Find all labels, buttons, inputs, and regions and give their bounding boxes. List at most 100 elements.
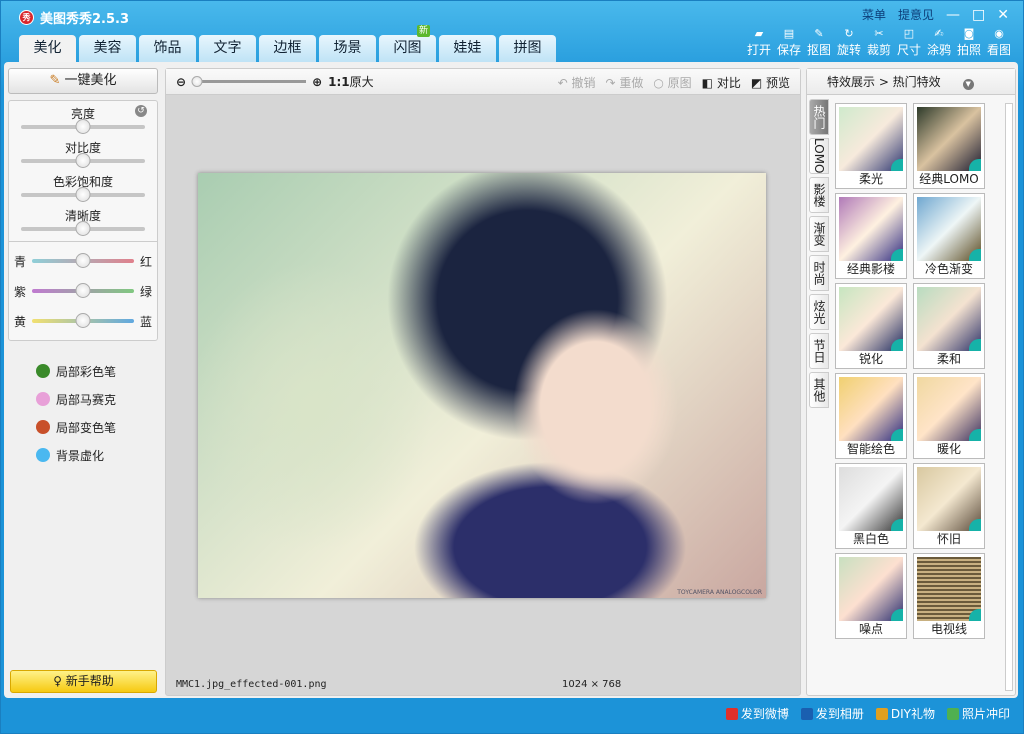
color-slider-2[interactable] [32, 313, 134, 328]
wrench-icon[interactable] [969, 159, 981, 171]
effect-thumbnail[interactable]: 电视线 [913, 553, 985, 639]
tab-label: 美化 [33, 40, 62, 56]
toolbar-button-1[interactable]: ▤ 保存 [777, 27, 801, 58]
effect-category-tab[interactable]: 炫光 [809, 294, 829, 330]
effect-thumbnail[interactable]: 柔光 [835, 103, 907, 189]
effect-thumbnail[interactable]: 黑白色 [835, 463, 907, 549]
effect-thumbnail[interactable]: 锐化 [835, 283, 907, 369]
actual-size-button[interactable]: 1:1原大 [328, 73, 374, 90]
preview-button[interactable]: ◩ 预览 [751, 74, 790, 91]
tab-6[interactable]: 闪图 新 [379, 25, 436, 62]
close-button[interactable]: ✕ [997, 7, 1009, 23]
effect-thumbnail[interactable]: 柔和 [913, 283, 985, 369]
slider-knob[interactable] [75, 153, 91, 168]
beginner-help-button[interactable]: ♀ 新手帮助 [10, 670, 157, 693]
tab-7[interactable]: 娃娃 [439, 35, 496, 62]
tab-2[interactable]: 饰品 [139, 35, 196, 62]
compare-button[interactable]: ◧ 对比 [702, 74, 741, 91]
effect-category-tab[interactable]: 时尚 [809, 255, 829, 291]
wrench-icon[interactable] [969, 609, 981, 621]
effect-label: 噪点 [858, 622, 883, 636]
color-slider-1[interactable] [32, 283, 134, 298]
toolbar-button-7[interactable]: ◙ 拍照 [957, 27, 981, 58]
undo-button[interactable]: ↶ 撤销 [558, 74, 596, 91]
wrench-icon[interactable] [891, 429, 903, 441]
effect-category-tab[interactable]: 节日 [809, 333, 829, 369]
local-tool-1[interactable]: 局部马赛克 [8, 385, 158, 413]
zoom-out-icon[interactable]: ⊖ [176, 75, 186, 89]
slider-knob[interactable] [75, 221, 91, 236]
slider-0[interactable] [21, 119, 145, 134]
effect-label: 怀旧 [936, 532, 961, 546]
effect-category-tab[interactable]: LOMO [809, 138, 829, 174]
slider-1[interactable] [21, 153, 145, 168]
slider-2[interactable] [21, 187, 145, 202]
color-left-label: 紫 [14, 284, 27, 299]
effect-thumbnail[interactable]: 冷色渐变 [913, 193, 985, 279]
zoom-in-icon[interactable]: ⊕ [312, 75, 322, 89]
effect-category-tab[interactable]: 热门 [809, 99, 829, 135]
effect-thumbnail[interactable]: 经典影楼 [835, 193, 907, 279]
one-click-beautify-button[interactable]: ✎ 一键美化 [8, 68, 158, 94]
tab-4[interactable]: 边框 [259, 35, 316, 62]
tool-icon: ↻ [844, 27, 854, 40]
chevron-down-icon[interactable]: ▼ [962, 79, 974, 90]
toolbar-button-8[interactable]: ◉ 看图 [987, 27, 1011, 58]
effect-category-tab[interactable]: 渐变 [809, 216, 829, 252]
local-tool-3[interactable]: 背景虚化 [8, 441, 158, 469]
toolbar-button-3[interactable]: ↻ 旋转 [837, 27, 861, 58]
effect-thumbnail[interactable]: 暖化 [913, 373, 985, 459]
effect-thumbnail[interactable]: 智能绘色 [835, 373, 907, 459]
toolbar-button-4[interactable]: ✂ 裁剪 [867, 27, 891, 58]
wrench-icon[interactable] [891, 159, 903, 171]
menu-link[interactable]: 菜单 [862, 6, 886, 23]
share-link-2[interactable]: DIY礼物 [875, 705, 935, 722]
share-link-0[interactable]: 发到微博 [725, 705, 789, 722]
toolbar-button-2[interactable]: ✎ 抠图 [807, 27, 831, 58]
wrench-icon[interactable] [969, 249, 981, 261]
tab-8[interactable]: 拼图 [499, 35, 556, 62]
wrench-icon[interactable] [891, 339, 903, 351]
effect-preview [839, 467, 903, 531]
slider-knob[interactable] [75, 283, 91, 298]
reset-icon[interactable]: ↺ [135, 105, 147, 117]
toolbar-button-5[interactable]: ◰ 尺寸 [897, 27, 921, 58]
local-tool-2[interactable]: 局部变色笔 [8, 413, 158, 441]
effects-scrollbar[interactable] [1005, 103, 1013, 691]
toolbar-button-0[interactable]: ▰ 打开 [747, 27, 771, 58]
tab-5[interactable]: 场景 [319, 35, 376, 62]
redo-button[interactable]: ↷ 重做 [605, 74, 643, 91]
wrench-icon[interactable] [969, 519, 981, 531]
maximize-button[interactable]: □ [972, 7, 985, 23]
share-icon [946, 708, 959, 720]
local-tool-0[interactable]: 局部彩色笔 [8, 357, 158, 385]
wrench-icon[interactable] [969, 429, 981, 441]
tab-1[interactable]: 美容 [79, 35, 136, 62]
wrench-icon[interactable] [891, 519, 903, 531]
tab-3[interactable]: 文字 [199, 35, 256, 62]
wrench-icon[interactable] [891, 249, 903, 261]
effect-thumbnail[interactable]: 经典LOMO [913, 103, 985, 189]
color-left-label: 黄 [14, 314, 27, 329]
effect-category-tab[interactable]: 影楼 [809, 177, 829, 213]
effect-thumbnail[interactable]: 噪点 [835, 553, 907, 639]
share-link-3[interactable]: 照片冲印 [946, 705, 1010, 722]
wrench-icon[interactable] [891, 609, 903, 621]
slider-3[interactable] [21, 221, 145, 236]
minimize-button[interactable]: — [946, 7, 960, 23]
share-link-1[interactable]: 发到相册 [800, 705, 864, 722]
dimensions-label: 1024 × 768 [562, 679, 622, 690]
effect-thumbnail[interactable]: 怀旧 [913, 463, 985, 549]
slider-knob[interactable] [75, 253, 91, 268]
zoom-slider[interactable] [191, 76, 307, 87]
slider-knob[interactable] [75, 187, 91, 202]
feedback-link[interactable]: 提意见 [898, 6, 934, 23]
original-button[interactable]: ○ 原图 [653, 74, 691, 91]
wrench-icon[interactable] [969, 339, 981, 351]
effect-category-tab[interactable]: 其他 [809, 372, 829, 408]
tab-0[interactable]: 美化 [19, 35, 76, 63]
toolbar-button-6[interactable]: ✍ 涂鸦 [927, 27, 951, 58]
slider-knob[interactable] [75, 119, 91, 134]
slider-knob[interactable] [75, 313, 91, 328]
color-slider-0[interactable] [32, 253, 134, 268]
